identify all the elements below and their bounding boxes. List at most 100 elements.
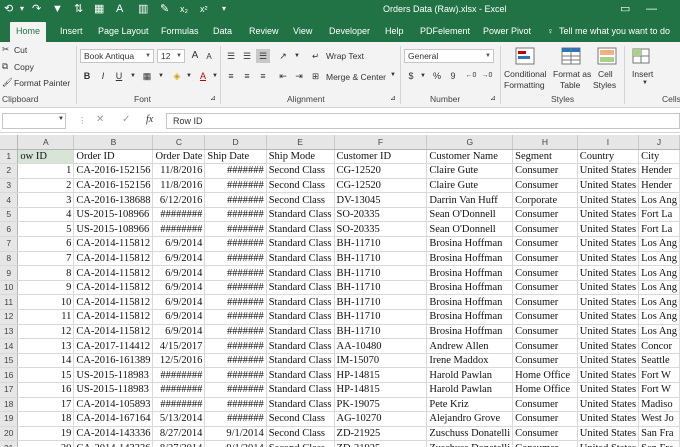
grid-cell[interactable]: ####### xyxy=(204,163,267,179)
grid-cell[interactable]: United States xyxy=(577,324,640,340)
currency-dropdown-icon[interactable]: ▼ xyxy=(416,69,430,83)
copy-button[interactable]: Copy xyxy=(14,62,34,72)
grid-cell[interactable]: United States xyxy=(577,221,640,238)
grid-cell[interactable]: BH-11710 xyxy=(334,251,428,267)
grid-cell[interactable]: 6/9/2014 xyxy=(152,294,206,311)
wrap-text-icon[interactable]: ↵ xyxy=(312,51,319,62)
grid-cell[interactable]: Standard Class xyxy=(266,324,335,340)
grid-cell[interactable]: United States xyxy=(577,294,640,311)
italic-button[interactable]: I xyxy=(96,69,110,83)
grid-cell[interactable]: CA-2014-115812 xyxy=(73,236,154,252)
grid-cell[interactable]: United States xyxy=(577,367,640,383)
grid-cell[interactable]: 6/9/2014 xyxy=(152,280,206,296)
conditional-formatting-sub[interactable]: Formatting xyxy=(504,80,545,90)
grid-cell[interactable]: 17 xyxy=(17,397,75,413)
grid-cell[interactable]: ######## xyxy=(152,221,206,238)
align-middle-icon[interactable]: ☰ xyxy=(240,49,254,63)
cancel-icon[interactable]: ✕ xyxy=(96,114,104,125)
grid-cell[interactable]: Brosina Hoffman xyxy=(426,294,514,311)
conditional-formatting-icon[interactable] xyxy=(514,46,536,66)
grid-cell[interactable]: ####### xyxy=(204,178,267,194)
grid-cell[interactable]: United States xyxy=(577,251,640,267)
column-header[interactable]: J xyxy=(638,135,680,150)
cut-icon[interactable]: ✂ xyxy=(2,44,9,55)
grid-cell[interactable]: Order Date xyxy=(152,149,206,165)
column-header[interactable]: H xyxy=(512,135,578,150)
grid-cell[interactable]: Consumer xyxy=(512,265,578,281)
grid-cell[interactable]: Order ID xyxy=(73,149,154,165)
grid-cell[interactable]: Country xyxy=(577,149,640,165)
increase-indent-icon[interactable]: ⇥ xyxy=(292,69,306,83)
tab-page-layout[interactable]: Page Layout xyxy=(92,22,155,42)
tab-help[interactable]: Help xyxy=(379,22,410,42)
grid-cell[interactable]: Los Ang xyxy=(638,294,680,311)
decrease-decimal-icon[interactable]: →0 xyxy=(480,69,494,83)
grid-cell[interactable]: ######## xyxy=(152,382,206,398)
column-header[interactable]: G xyxy=(426,135,514,150)
grid-cell[interactable]: 9 xyxy=(17,280,75,296)
grid-cell[interactable]: Second Class xyxy=(266,192,335,208)
merge-dropdown-icon[interactable]: ▼ xyxy=(390,72,396,78)
grid-cell[interactable]: ####### xyxy=(204,397,267,413)
row-header[interactable]: 8 xyxy=(0,251,19,267)
insert-dropdown-icon[interactable]: ▼ xyxy=(642,80,648,86)
grid-cell[interactable]: DV-13045 xyxy=(334,192,428,208)
grid-cell[interactable]: 10 xyxy=(17,294,75,311)
insert-function-button[interactable]: fx xyxy=(146,114,153,125)
grid-cell[interactable]: Claire Gute xyxy=(426,178,514,194)
redo-icon[interactable]: ↷ xyxy=(32,1,41,17)
grid-cell[interactable]: Consumer xyxy=(512,411,578,427)
grid-cell[interactable]: Consumer xyxy=(512,207,578,223)
cell-styles-sub[interactable]: Styles xyxy=(593,80,616,90)
grid-cell[interactable]: Brosina Hoffman xyxy=(426,251,514,267)
grid-cell[interactable]: CA-2014-167164 xyxy=(73,411,154,427)
grid-cell[interactable]: Consumer xyxy=(512,280,578,296)
insert-cells-icon[interactable] xyxy=(630,46,652,66)
borders-dropdown-icon[interactable]: ▼ xyxy=(154,69,168,83)
grid-cell[interactable]: Los Ang xyxy=(638,265,680,281)
grid-cell[interactable]: PK-19075 xyxy=(334,397,428,413)
grid-cell[interactable]: CA-2014-143336 xyxy=(73,426,154,442)
cut-button[interactable]: Cut xyxy=(14,45,27,55)
row-header[interactable]: 20 xyxy=(0,426,19,442)
customize-qa-icon[interactable]: ▾ xyxy=(222,1,226,17)
row-header[interactable]: 14 xyxy=(0,338,19,354)
grid-cell[interactable]: CG-12520 xyxy=(334,178,428,194)
grid-cell[interactable]: ######## xyxy=(152,367,206,383)
row-header[interactable]: 10 xyxy=(0,280,19,296)
grid-cell[interactable]: Segment xyxy=(512,149,578,165)
tab-insert[interactable]: Insert xyxy=(54,22,89,42)
grid-cell[interactable]: Standard Class xyxy=(266,397,335,413)
grid-cell[interactable]: Claire Gute xyxy=(426,163,514,179)
grid-cell[interactable]: Hender xyxy=(638,163,680,179)
grid-cell[interactable]: 4/15/2017 xyxy=(152,338,206,354)
grid-cell[interactable]: Standard Class xyxy=(266,367,335,383)
grid-cell[interactable]: AG-10270 xyxy=(334,411,428,427)
grid-cell[interactable]: Consumer xyxy=(512,294,578,311)
grid-cell[interactable]: Harold Pawlan xyxy=(426,382,514,398)
grid-cell[interactable]: 6/9/2014 xyxy=(152,251,206,267)
name-box[interactable] xyxy=(2,113,66,129)
grid-cell[interactable]: Consumer xyxy=(512,426,578,442)
column-header[interactable]: D xyxy=(204,135,267,150)
grid-cell[interactable]: Madiso xyxy=(638,397,680,413)
grid-cell[interactable]: BH-11710 xyxy=(334,236,428,252)
grid-cell[interactable]: 6/9/2014 xyxy=(152,309,206,325)
grid-cell[interactable]: Consumer xyxy=(512,251,578,267)
grid-cell[interactable]: Los Ang xyxy=(638,324,680,340)
alignment-dialog-launcher-icon[interactable]: ⊿ xyxy=(390,94,396,102)
insert-cells-button[interactable]: Insert xyxy=(632,69,653,79)
grid-cell[interactable]: CA-2014-115812 xyxy=(73,294,154,311)
grid-cell[interactable]: Home Office xyxy=(512,382,578,398)
grid-cell[interactable]: Ship Mode xyxy=(266,149,335,165)
grid-cell[interactable]: San Fra xyxy=(638,440,680,447)
grid-cell[interactable]: ####### xyxy=(204,192,267,208)
grid-cell[interactable]: Fort La xyxy=(638,207,680,223)
grid-cell[interactable]: Standard Class xyxy=(266,221,335,238)
grid-cell[interactable]: Los Ang xyxy=(638,309,680,325)
row-header[interactable]: 11 xyxy=(0,294,19,311)
grid-cell[interactable]: 5 xyxy=(17,221,75,238)
grid-cell[interactable]: Zuschuss Donatelli xyxy=(426,440,514,447)
grid-cell[interactable]: US-2015-108966 xyxy=(73,207,154,223)
number-dialog-launcher-icon[interactable]: ⊿ xyxy=(490,94,496,102)
